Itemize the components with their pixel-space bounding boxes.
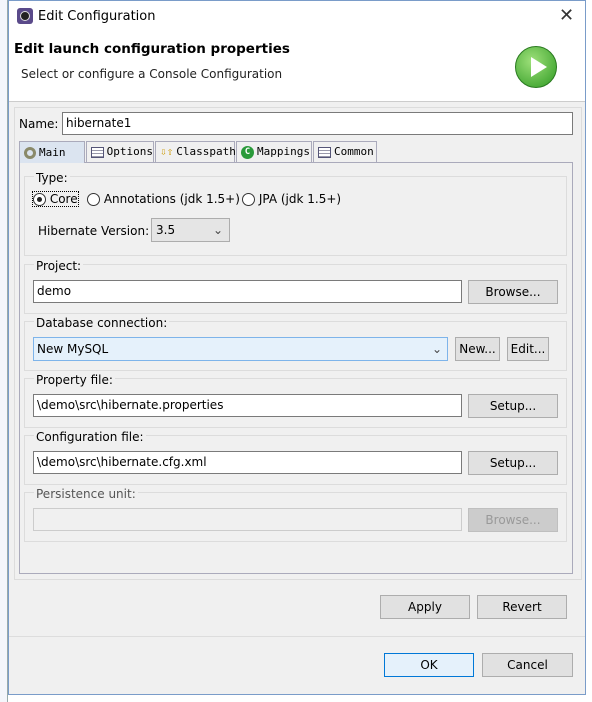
persistence-label: Persistence unit:: [34, 487, 138, 501]
footer-separator: [9, 636, 585, 637]
close-icon[interactable]: ✕: [559, 5, 574, 26]
db-connection-select[interactable]: New MySQL ⌄: [33, 337, 448, 361]
db-label: Database connection:: [34, 316, 170, 330]
db-edit-button[interactable]: Edit...: [507, 337, 549, 361]
property-file-label: Property file:: [34, 373, 115, 387]
db-new-button[interactable]: New...: [455, 337, 500, 361]
background-editor: [0, 0, 8, 702]
radio-annotations[interactable]: Annotations (jdk 1.5+): [87, 192, 240, 206]
config-file-label: Configuration file:: [34, 430, 146, 444]
persistence-browse-button[interactable]: Browse...: [468, 508, 558, 532]
tab-options[interactable]: Options: [86, 141, 154, 162]
ok-button[interactable]: OK: [384, 653, 474, 677]
table-icon: [318, 146, 331, 158]
classpath-icon: ⇩⇧: [160, 145, 174, 158]
run-icon: [515, 46, 557, 88]
hibernate-version-select[interactable]: 3.5 ⌄: [151, 218, 230, 242]
hibernate-icon: [24, 146, 36, 159]
name-label: Name:: [19, 117, 59, 131]
name-input[interactable]: hibernate1: [62, 112, 573, 135]
radio-core[interactable]: Core: [32, 191, 79, 207]
tab-classpath[interactable]: ⇩⇧ Classpath: [155, 141, 236, 162]
config-file-setup-button[interactable]: Setup...: [468, 451, 558, 475]
revert-button[interactable]: Revert: [477, 595, 567, 619]
header-title: Edit launch configuration properties: [14, 41, 290, 57]
mappings-c-icon: C: [241, 145, 254, 159]
tab-mappings[interactable]: C Mappings: [236, 141, 312, 162]
dialog-header: Edit launch configuration properties Sel…: [9, 32, 585, 102]
project-browse-button[interactable]: Browse...: [468, 280, 558, 304]
window-title: Edit Configuration: [38, 9, 156, 24]
hibernate-version-label: Hibernate Version:: [38, 224, 150, 238]
tab-main[interactable]: Main: [19, 141, 85, 163]
apply-button[interactable]: Apply: [380, 595, 470, 619]
table-icon: [91, 146, 104, 158]
project-input[interactable]: demo: [33, 280, 462, 303]
app-icon: [17, 8, 33, 24]
config-file-input[interactable]: \demo\src\hibernate.cfg.xml: [33, 451, 462, 474]
header-subtitle: Select or configure a Console Configurat…: [21, 67, 283, 81]
radio-jpa[interactable]: JPA (jdk 1.5+): [242, 192, 341, 206]
chevron-down-icon: ⌄: [212, 223, 223, 237]
property-file-input[interactable]: \demo\src\hibernate.properties: [33, 394, 462, 417]
type-label: Type:: [34, 171, 70, 185]
tab-common[interactable]: Common: [313, 141, 377, 162]
project-label: Project:: [34, 259, 84, 273]
property-file-setup-button[interactable]: Setup...: [468, 394, 558, 418]
title-bar: Edit Configuration ✕: [9, 1, 585, 32]
type-group: [24, 176, 567, 256]
chevron-down-icon: ⌄: [431, 342, 442, 356]
cancel-button[interactable]: Cancel: [482, 653, 573, 677]
persistence-input[interactable]: [33, 508, 462, 531]
